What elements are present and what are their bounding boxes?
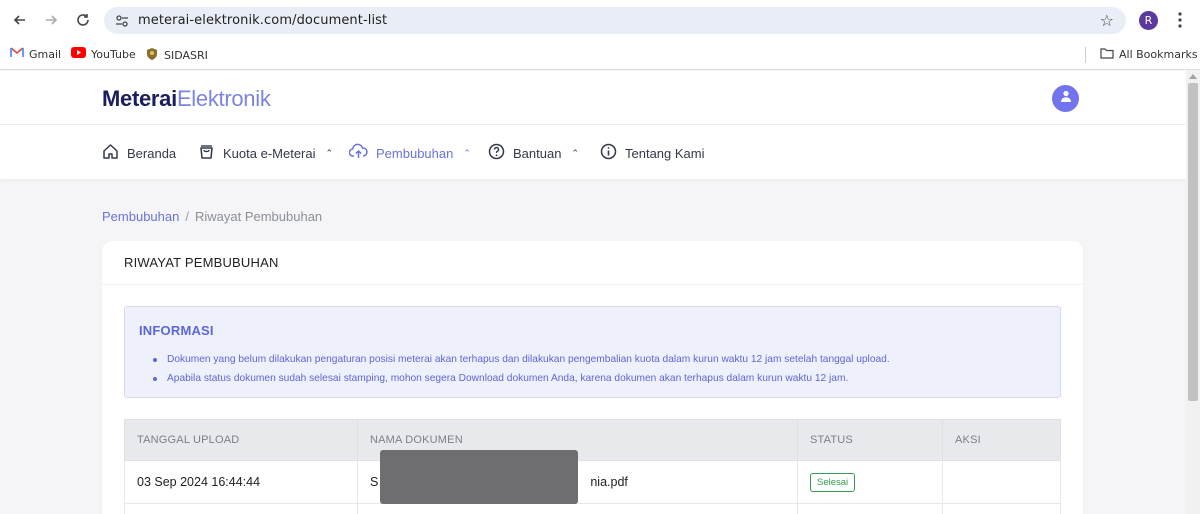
url-text: meterai-elektronik.com/document-list <box>138 13 388 28</box>
youtube-icon <box>71 47 86 61</box>
scroll-up-arrow-icon[interactable] <box>1189 74 1197 79</box>
menu-kebab-icon[interactable] <box>1172 10 1188 30</box>
page-scrollbar[interactable] <box>1186 71 1200 514</box>
nav-label: Beranda <box>127 145 177 161</box>
nav-beranda[interactable]: Beranda <box>102 143 176 163</box>
info-alert: INFORMASI Dokumen yang belum dilakukan p… <box>124 306 1061 398</box>
page-viewport: MeteraiElektronik Beranda Kuota e-Metera… <box>0 71 1186 514</box>
bookmark-gmail[interactable]: Gmail <box>10 47 61 61</box>
history-card: RIWAYAT PEMBUBUHAN INFORMASI Dokumen yan… <box>102 241 1083 514</box>
bookmark-youtube[interactable]: YouTube <box>71 47 136 61</box>
site-logo[interactable]: MeteraiElektronik <box>102 86 271 112</box>
breadcrumb-separator: / <box>185 209 189 224</box>
site-settings-icon[interactable] <box>114 13 130 29</box>
folder-icon <box>1100 47 1114 62</box>
cell-document-name <box>357 503 798 514</box>
nav-pembubuhan[interactable]: Pembubuhan ⌃ <box>348 143 471 163</box>
user-avatar-button[interactable] <box>1052 85 1079 112</box>
table-row <box>124 503 1061 514</box>
col-action: AKSI <box>942 419 1061 461</box>
breadcrumb-current: Riwayat Pembubuhan <box>194 209 323 224</box>
card-divider <box>102 284 1083 285</box>
home-icon <box>102 143 119 163</box>
col-upload-date[interactable]: TANGGAL UPLOAD <box>124 419 358 461</box>
bag-icon <box>198 143 215 163</box>
cell-action <box>942 503 1061 514</box>
cell-status: Selesai <box>797 460 943 504</box>
back-icon[interactable] <box>8 8 32 32</box>
nav-label: Tentang Kami <box>625 145 705 161</box>
bookmark-star-icon[interactable]: ☆ <box>1100 11 1114 31</box>
address-bar[interactable]: meterai-elektronik.com/document-list ☆ <box>104 7 1126 34</box>
chevron-up-icon: ⌃ <box>571 147 579 158</box>
redaction-overlay <box>380 450 578 504</box>
info-title: INFORMASI <box>139 323 214 338</box>
all-bookmarks[interactable]: All Bookmarks <box>1100 47 1198 62</box>
cell-status <box>797 503 943 514</box>
all-bookmarks-label: All Bookmarks <box>1119 48 1198 61</box>
info-icon <box>600 143 617 163</box>
help-icon <box>488 143 505 163</box>
bookmark-label: YouTube <box>91 47 136 61</box>
nav-tentang[interactable]: Tentang Kami <box>600 143 705 163</box>
table-header-row: TANGGAL UPLOAD NAMA DOKUMEN STATUS AKSI <box>124 419 1061 461</box>
scroll-thumb[interactable] <box>1188 83 1198 401</box>
logo-light-text: Elektronik <box>176 86 271 111</box>
info-item: Dokumen yang belum dilakukan pengaturan … <box>139 350 890 369</box>
bookmarks-bar: Gmail YouTube SIDASRI All Bookmarks <box>0 40 1200 70</box>
breadcrumb-parent[interactable]: Pembubuhan <box>102 209 179 224</box>
status-badge: Selesai <box>810 472 856 492</box>
user-icon <box>1059 89 1073 108</box>
logo-bold-text: Meterai <box>102 86 177 111</box>
nav-label: Kuota e-Meterai <box>223 145 316 161</box>
cell-upload-date: 03 Sep 2024 16:44:44 <box>124 460 358 504</box>
cloud-upload-icon <box>348 143 368 163</box>
chevron-up-icon: ⌃ <box>325 147 334 158</box>
bookmark-sidasri[interactable]: SIDASRI <box>145 47 208 64</box>
cell-upload-date <box>124 503 358 514</box>
browser-toolbar: meterai-elektronik.com/document-list ☆ R <box>0 0 1200 40</box>
document-table: TANGGAL UPLOAD NAMA DOKUMEN STATUS AKSI … <box>124 419 1061 514</box>
col-status[interactable]: STATUS <box>797 419 943 461</box>
nav-kuota[interactable]: Kuota e-Meterai ⌃ <box>198 143 333 163</box>
document-name-prefix: S <box>370 475 379 489</box>
cell-action <box>942 460 1061 504</box>
info-item: Apabila status dokumen sudah selesai sta… <box>139 369 890 388</box>
chevron-up-icon: ⌃ <box>463 147 471 158</box>
nav-label: Pembubuhan <box>376 145 454 161</box>
card-title: RIWAYAT PEMBUBUHAN <box>124 255 279 270</box>
nav-bantuan[interactable]: Bantuan ⌃ <box>488 143 579 163</box>
nav-label: Bantuan <box>513 145 562 161</box>
bookmark-label: Gmail <box>29 47 62 61</box>
bookmark-label: SIDASRI <box>164 49 208 62</box>
document-name-suffix: nia.pdf <box>590 475 628 489</box>
info-list: Dokumen yang belum dilakukan pengaturan … <box>139 350 890 388</box>
sidasri-icon <box>145 47 159 64</box>
breadcrumb: Pembubuhan / Riwayat Pembubuhan <box>102 209 322 224</box>
bookmarks-divider <box>1085 47 1086 63</box>
forward-icon[interactable] <box>39 8 63 32</box>
site-header: MeteraiElektronik <box>0 71 1186 125</box>
gmail-icon <box>10 47 24 61</box>
main-nav: Beranda Kuota e-Meterai ⌃ Pembubuhan ⌃ B… <box>0 125 1186 179</box>
reload-icon[interactable] <box>71 8 95 32</box>
table-row: 03 Sep 2024 16:44:44 Snia.pdf Selesai <box>124 460 1061 504</box>
profile-avatar[interactable]: R <box>1139 11 1158 30</box>
